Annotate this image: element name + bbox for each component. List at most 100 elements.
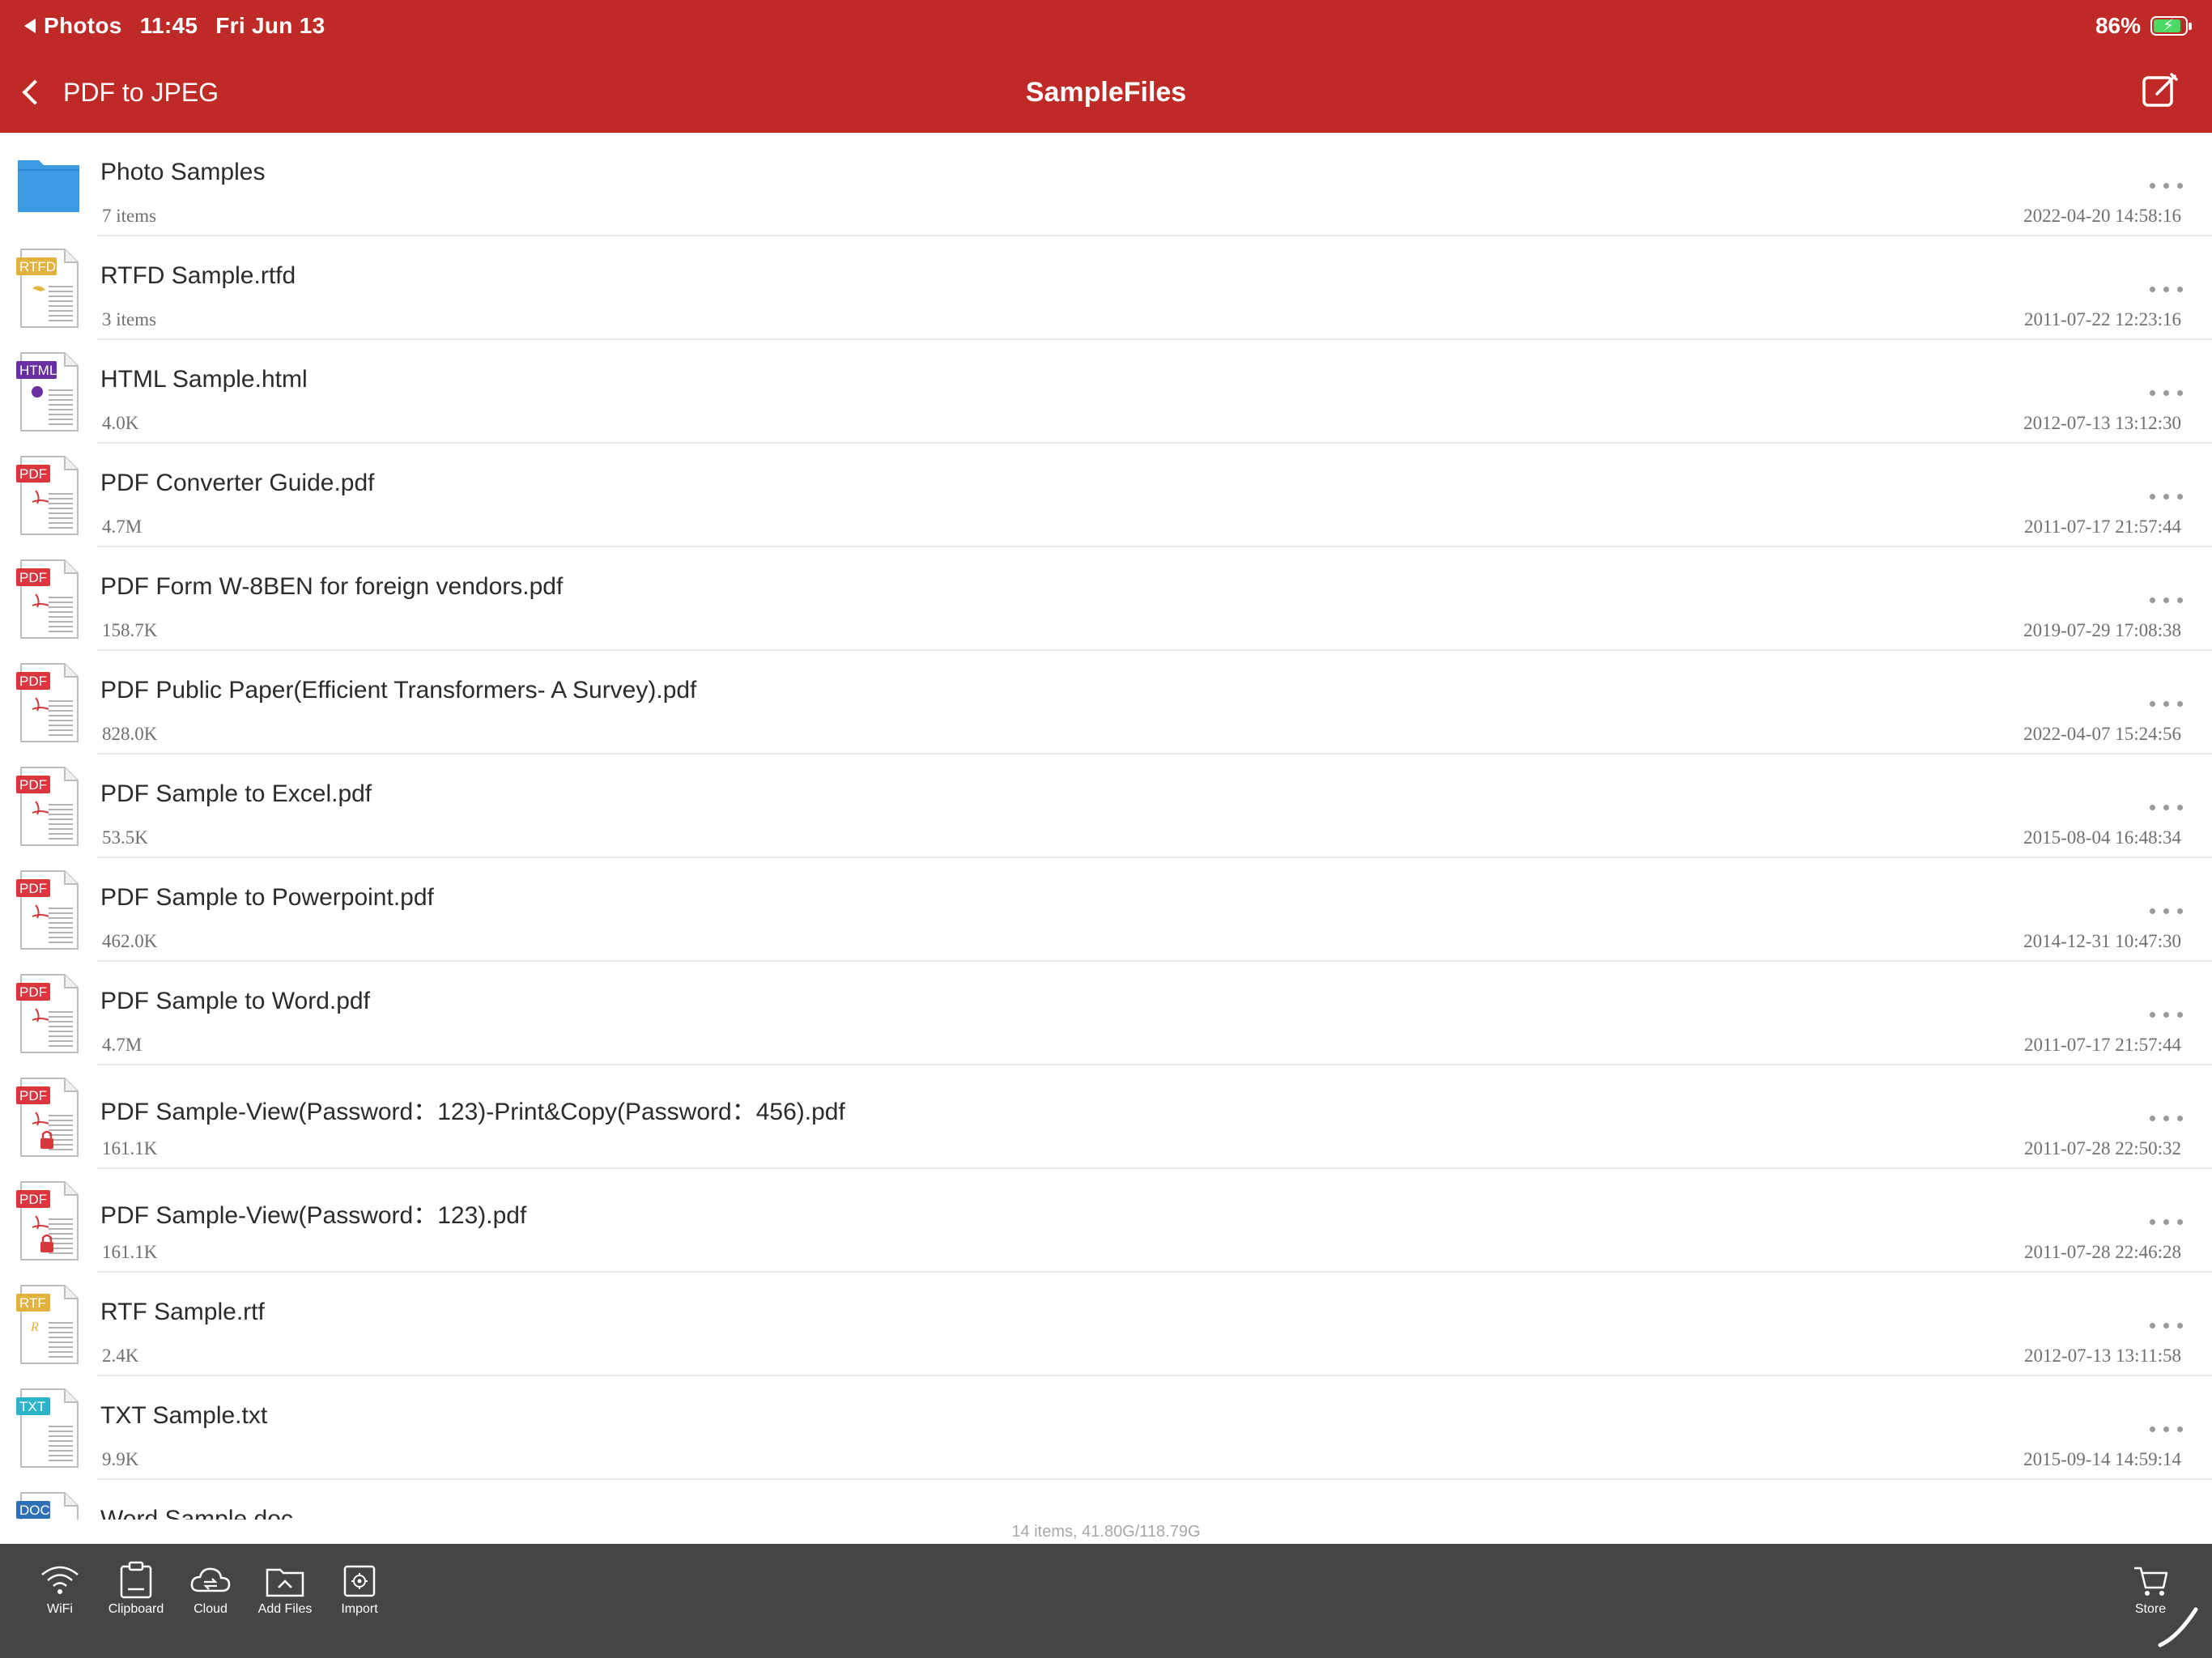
- ellipsis-icon[interactable]: [2146, 593, 2189, 604]
- page-title: SampleFiles: [1025, 77, 1187, 108]
- file-row[interactable]: HTML HTML Sample.html 4.0K 2012-07-13 13:12…: [0, 340, 2212, 444]
- file-row[interactable]: TXT TXT Sample.txt 9.9K 2015-09-14 14:59:14: [0, 1376, 2212, 1480]
- status-time: 11:45: [139, 13, 198, 38]
- svg-text:DOC: DOC: [19, 1503, 50, 1518]
- file-row[interactable]: PDF PDF Sample to Powerpoint.pdf 462.0K 201…: [0, 858, 2212, 962]
- svg-text:PDF: PDF: [19, 674, 47, 689]
- file-name: PDF Sample-View(Password：123)-Print&Copy…: [100, 1099, 845, 1125]
- doc-file-icon: DOC: [16, 1492, 79, 1520]
- file-row[interactable]: PDF PDF Converter Guide.pdf 4.7M 2011-07-17…: [0, 444, 2212, 547]
- file-row[interactable]: PDF PDF Public Paper(Efficient Transforme…: [0, 651, 2212, 755]
- file-name: PDF Sample to Word.pdf: [100, 988, 370, 1014]
- file-date: 2011-07-17 21:57:44: [2024, 517, 2181, 537]
- file-name: PDF Form W-8BEN for foreign vendors.pdf: [100, 573, 564, 600]
- file-name: PDF Sample to Powerpoint.pdf: [100, 884, 434, 911]
- battery-percent: 86%: [2095, 13, 2141, 38]
- file-row[interactable]: RTFD RTFD Sample.rtfd 3 items 2011-07-22 12…: [0, 236, 2212, 340]
- svg-text:PDF: PDF: [19, 1192, 47, 1207]
- svg-text:RTFD: RTFD: [19, 259, 56, 274]
- ellipsis-icon[interactable]: [2146, 282, 2189, 293]
- bottom-toolbar: WiFi Clipboard Cloud Add Files Import St…: [0, 1544, 2212, 1658]
- svg-text:R: R: [30, 1320, 39, 1334]
- file-date: 2011-07-22 12:23:16: [2024, 309, 2181, 329]
- ellipsis-icon[interactable]: [2146, 1422, 2189, 1433]
- ellipsis-icon[interactable]: [2146, 385, 2189, 397]
- ellipsis-icon[interactable]: [2146, 1214, 2189, 1226]
- file-list[interactable]: Photo Samples 7 items 2022-04-20 14:58:16 R…: [0, 133, 2212, 1520]
- svg-text:PDF: PDF: [19, 466, 47, 482]
- rtfd-file-icon: RTFD: [16, 249, 79, 328]
- file-name: HTML Sample.html: [100, 366, 308, 393]
- file-size: 828.0K: [102, 724, 158, 744]
- file-date: 2015-09-14 14:59:14: [2023, 1449, 2181, 1469]
- file-row[interactable]: PDF PDF Sample-View(Password：123)-Print&C…: [0, 1065, 2212, 1169]
- file-row[interactable]: PDF PDF Sample to Word.pdf 4.7M 2011-07-17 …: [0, 962, 2212, 1065]
- file-row[interactable]: DOC Word Sample.doc: [0, 1480, 2212, 1520]
- add-files-button[interactable]: Add Files: [248, 1560, 322, 1617]
- svg-text:RTF: RTF: [19, 1295, 46, 1311]
- svg-text:PDF: PDF: [19, 1088, 47, 1103]
- import-label: Import: [341, 1602, 378, 1616]
- file-row[interactable]: R RTF RTF Sample.rtf 2.4K 2012-07-13 13:11:5…: [0, 1273, 2212, 1376]
- file-size: 9.9K: [102, 1449, 139, 1469]
- ellipsis-icon[interactable]: [2146, 903, 2189, 915]
- ellipsis-icon[interactable]: [2146, 178, 2189, 189]
- back-to-app-icon[interactable]: [24, 19, 36, 33]
- file-date: 2014-12-31 10:47:30: [2023, 931, 2181, 951]
- pdf-file-icon: PDF: [16, 870, 79, 950]
- clipboard-label: Clipboard: [108, 1602, 164, 1616]
- file-size: 2.4K: [102, 1346, 139, 1366]
- compose-icon[interactable]: [2139, 70, 2181, 112]
- file-name: RTF Sample.rtf: [100, 1299, 265, 1325]
- ellipsis-icon[interactable]: [2146, 696, 2189, 708]
- file-name: TXT Sample.txt: [100, 1402, 268, 1429]
- svg-text:PDF: PDF: [19, 881, 47, 896]
- status-bar-left: Photos 11:45 Fri Jun 13: [24, 11, 343, 40]
- clipboard-icon: [120, 1561, 152, 1599]
- add-files-label: Add Files: [257, 1602, 313, 1616]
- file-name: PDF Public Paper(Efficient Transformers-…: [100, 677, 697, 704]
- import-button[interactable]: Import: [322, 1560, 397, 1617]
- file-size: 161.1K: [102, 1138, 158, 1158]
- wifi-button[interactable]: WiFi: [23, 1560, 97, 1617]
- file-size: 53.5K: [102, 827, 148, 848]
- pdf-file-icon: PDF: [16, 559, 79, 639]
- back-to-app-label[interactable]: Photos: [44, 13, 122, 39]
- file-date: 2011-07-28 22:50:32: [2024, 1138, 2181, 1158]
- pdf-file-icon: PDF: [16, 663, 79, 742]
- file-name: RTFD Sample.rtfd: [100, 262, 296, 289]
- folder-icon: [18, 160, 79, 212]
- cloud-label: Cloud: [194, 1602, 228, 1616]
- file-date: 2015-08-04 16:48:34: [2023, 827, 2181, 848]
- file-row[interactable]: PDF PDF Sample to Excel.pdf 53.5K 2015-08-0…: [0, 755, 2212, 858]
- ellipsis-icon[interactable]: [2146, 800, 2189, 811]
- home-indicator[interactable]: [2154, 1601, 2202, 1650]
- file-name: PDF Sample-View(Password：123).pdf: [100, 1202, 527, 1229]
- ellipsis-icon[interactable]: [2146, 1007, 2189, 1018]
- file-row[interactable]: PDF PDF Form W-8BEN for foreign vendors.p…: [0, 547, 2212, 651]
- storage-summary: 14 items, 41.80G/118.79G: [1011, 1523, 1201, 1541]
- svg-text:PDF: PDF: [19, 570, 47, 585]
- ellipsis-icon[interactable]: [2146, 489, 2189, 500]
- cloud-icon: [190, 1567, 231, 1592]
- file-date: 2012-07-13 13:12:30: [2023, 413, 2181, 433]
- file-size: 158.7K: [102, 620, 158, 640]
- file-row[interactable]: PDF PDF Sample-View(Password：123).pdf 161.…: [0, 1169, 2212, 1273]
- ellipsis-icon[interactable]: [2146, 1318, 2189, 1329]
- pdf-locked-file-icon: PDF: [16, 1181, 79, 1261]
- clipboard-button[interactable]: Clipboard: [99, 1560, 173, 1617]
- svg-text:PDF: PDF: [19, 777, 47, 793]
- cloud-button[interactable]: Cloud: [173, 1560, 248, 1617]
- file-size: 4.7M: [102, 1035, 143, 1055]
- status-bar-right: 86% ⚡: [2095, 11, 2192, 40]
- pdf-file-icon: PDF: [16, 767, 79, 846]
- file-size: 4.7M: [102, 517, 143, 537]
- ellipsis-icon[interactable]: [2146, 1111, 2189, 1122]
- svg-text:TXT: TXT: [19, 1399, 45, 1414]
- file-size: 161.1K: [102, 1242, 158, 1262]
- file-size: 3 items: [102, 309, 157, 329]
- file-row[interactable]: Photo Samples 7 items 2022-04-20 14:58:16: [0, 133, 2212, 236]
- file-size: 4.0K: [102, 413, 139, 433]
- status-date: Fri Jun 13: [215, 13, 325, 38]
- pdf-file-icon: PDF: [16, 974, 79, 1053]
